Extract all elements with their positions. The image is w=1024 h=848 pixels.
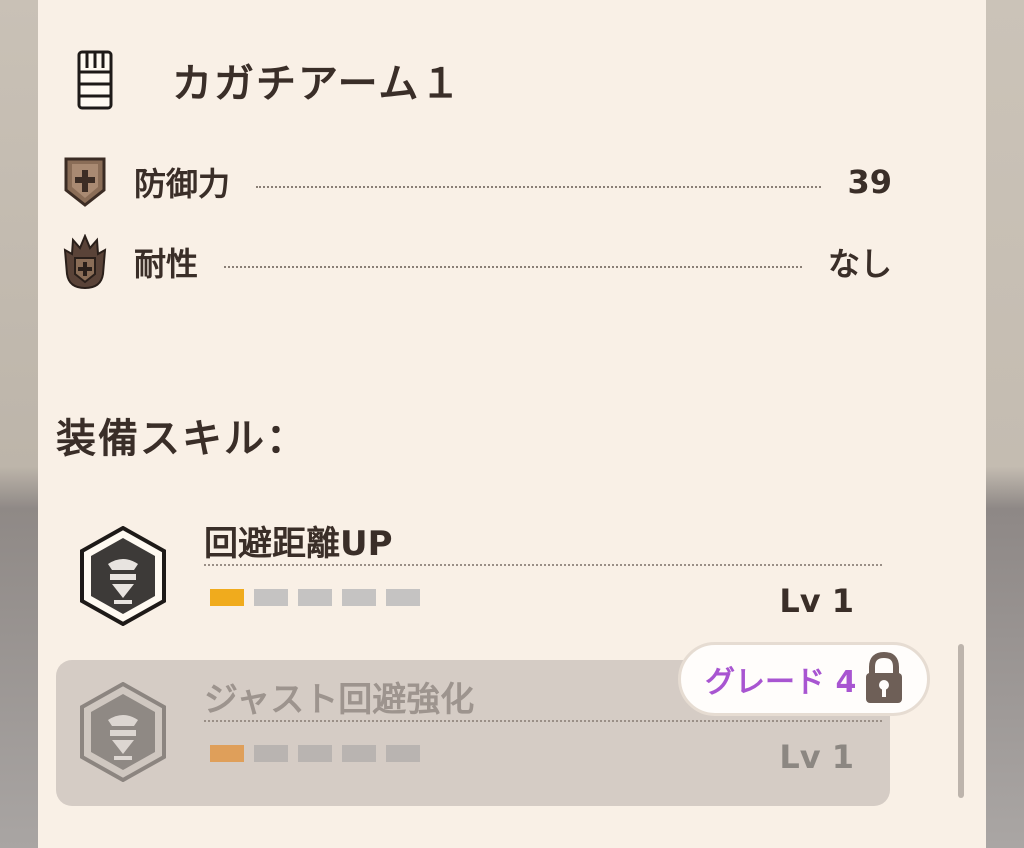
dotted-separator bbox=[204, 564, 882, 566]
skill-level-label: Lv 1 bbox=[779, 738, 854, 776]
level-pip-empty bbox=[254, 589, 288, 606]
defense-shield-icon bbox=[60, 154, 110, 210]
skill-hexagon-icon bbox=[78, 681, 168, 783]
item-title: カガチアーム１ bbox=[172, 61, 463, 107]
resistance-flame-icon bbox=[60, 234, 110, 290]
stat-value: なし bbox=[827, 245, 892, 283]
level-pip-empty bbox=[298, 745, 332, 762]
skill-item-evade-distance[interactable]: 回避距離UP Lv 1 bbox=[56, 504, 890, 650]
background-right bbox=[984, 0, 1024, 848]
dotted-leader bbox=[256, 186, 822, 188]
scrollbar[interactable] bbox=[958, 644, 964, 798]
equipped-skills-heading: 装備スキル： bbox=[56, 416, 308, 462]
skill-hexagon-icon bbox=[78, 525, 168, 627]
level-pip-empty bbox=[298, 589, 332, 606]
skill-level-label: Lv 1 bbox=[779, 582, 854, 620]
background-left bbox=[0, 0, 40, 848]
padlock-icon bbox=[862, 651, 906, 707]
skill-level-pips bbox=[210, 589, 420, 606]
dotted-separator bbox=[204, 720, 882, 722]
level-pip-empty bbox=[386, 589, 420, 606]
dotted-leader bbox=[224, 266, 802, 268]
grade-label: グレード 4 bbox=[705, 665, 857, 700]
gauntlet-icon bbox=[70, 44, 120, 116]
level-pip-filled bbox=[210, 589, 244, 606]
level-pip-empty bbox=[254, 745, 288, 762]
skill-level-pips bbox=[210, 745, 420, 762]
level-pip-empty bbox=[342, 589, 376, 606]
stat-row-resistance: 耐性 なし bbox=[60, 234, 892, 290]
stat-row-defense: 防御力 39 bbox=[60, 154, 892, 210]
grade-lock-badge: グレード 4 bbox=[678, 642, 930, 716]
level-pip-empty bbox=[342, 745, 376, 762]
item-title-row: カガチアーム１ bbox=[70, 40, 462, 120]
stat-value: 39 bbox=[847, 163, 892, 201]
level-pip-empty bbox=[386, 745, 420, 762]
skill-name: ジャスト回避強化 bbox=[204, 680, 475, 720]
stat-label: 防御力 bbox=[134, 165, 231, 203]
level-pip-filled bbox=[210, 745, 244, 762]
skill-name: 回避距離UP bbox=[204, 524, 393, 564]
stat-label: 耐性 bbox=[134, 245, 199, 283]
